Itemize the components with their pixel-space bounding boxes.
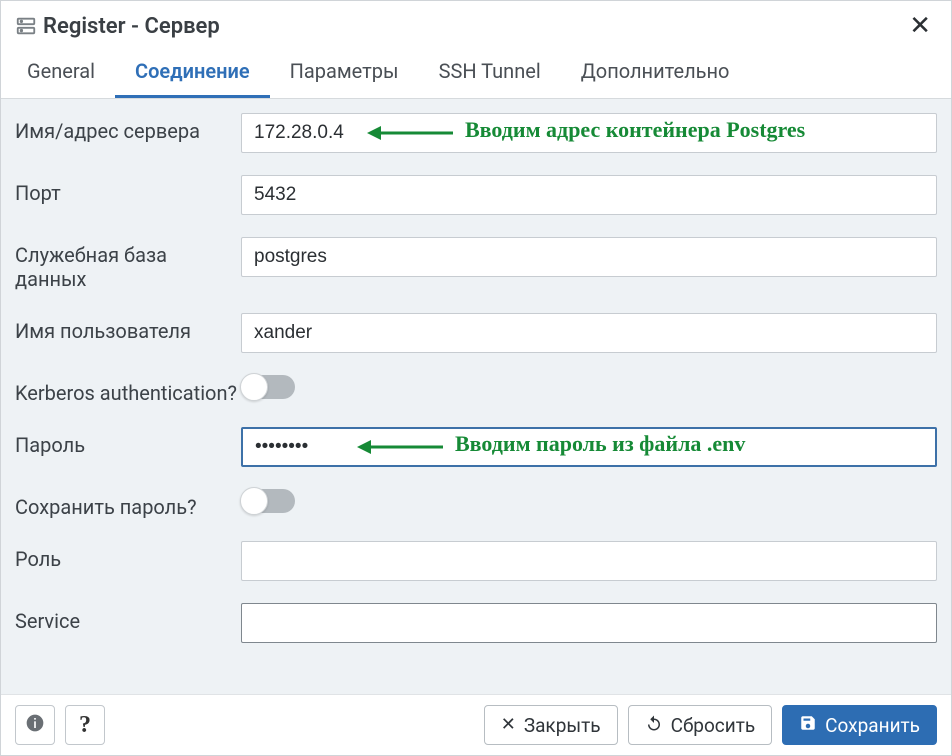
row-savepwd: Сохранить пароль? <box>15 489 937 519</box>
info-button[interactable] <box>15 705 55 745</box>
row-password: Пароль Вводим пароль из файла .env <box>15 427 937 467</box>
service-label: Service <box>15 603 241 633</box>
savepwd-label: Сохранить пароль? <box>15 489 241 519</box>
tab-connection[interactable]: Соединение <box>115 49 270 98</box>
connection-form: Имя/адрес сервера Вводим адрес контейнер… <box>1 99 951 694</box>
row-service: Service <box>15 603 937 643</box>
help-button[interactable]: ? <box>65 705 105 745</box>
close-button-label: Закрыть <box>524 714 601 737</box>
save-button-label: Сохранить <box>825 714 920 737</box>
service-input[interactable] <box>241 603 937 643</box>
server-icon <box>15 15 43 37</box>
port-label: Порт <box>15 175 241 205</box>
tab-general[interactable]: General <box>7 49 115 98</box>
kerberos-toggle[interactable] <box>241 375 295 399</box>
dialog-title: Register - Сервер <box>43 14 220 39</box>
kerberos-label: Kerberos authentication? <box>15 375 241 405</box>
x-icon: ✕ <box>501 716 516 734</box>
tab-advanced[interactable]: Дополнительно <box>561 49 750 98</box>
info-icon <box>25 713 45 738</box>
username-label: Имя пользователя <box>15 313 241 343</box>
row-port: Порт <box>15 175 937 215</box>
port-input[interactable] <box>241 175 937 215</box>
role-input[interactable] <box>241 541 937 581</box>
password-input[interactable] <box>241 427 937 467</box>
row-maintdb: Служебная база данных <box>15 237 937 291</box>
help-icon: ? <box>79 712 91 739</box>
row-role: Роль <box>15 541 937 581</box>
register-server-dialog: Register - Сервер ✕ General Соединение П… <box>0 0 952 756</box>
reset-button[interactable]: Сбросить <box>628 705 773 745</box>
row-username: Имя пользователя <box>15 313 937 353</box>
username-input[interactable] <box>241 313 937 353</box>
tab-ssh-tunnel[interactable]: SSH Tunnel <box>419 49 561 98</box>
maintdb-label: Служебная база данных <box>15 237 241 291</box>
reset-button-label: Сбросить <box>671 714 756 737</box>
savepwd-toggle[interactable] <box>241 489 295 513</box>
maintdb-input[interactable] <box>241 237 937 277</box>
dialog-footer: ? ✕ Закрыть Сбросить Сохранить <box>1 694 951 755</box>
dialog-close-button[interactable]: ✕ <box>903 9 937 43</box>
host-input[interactable] <box>241 113 937 153</box>
row-host: Имя/адрес сервера Вводим адрес контейнер… <box>15 113 937 153</box>
role-label: Роль <box>15 541 241 571</box>
dialog-header: Register - Сервер ✕ <box>1 1 951 49</box>
tab-parameters[interactable]: Параметры <box>270 49 419 98</box>
row-kerberos: Kerberos authentication? <box>15 375 937 405</box>
close-icon: ✕ <box>909 11 931 41</box>
host-label: Имя/адрес сервера <box>15 113 241 143</box>
tab-bar: General Соединение Параметры SSH Tunnel … <box>1 49 951 99</box>
password-label: Пароль <box>15 427 241 457</box>
save-button[interactable]: Сохранить <box>782 705 937 745</box>
reset-icon <box>645 714 663 736</box>
close-button[interactable]: ✕ Закрыть <box>484 705 618 745</box>
save-icon <box>799 714 817 736</box>
